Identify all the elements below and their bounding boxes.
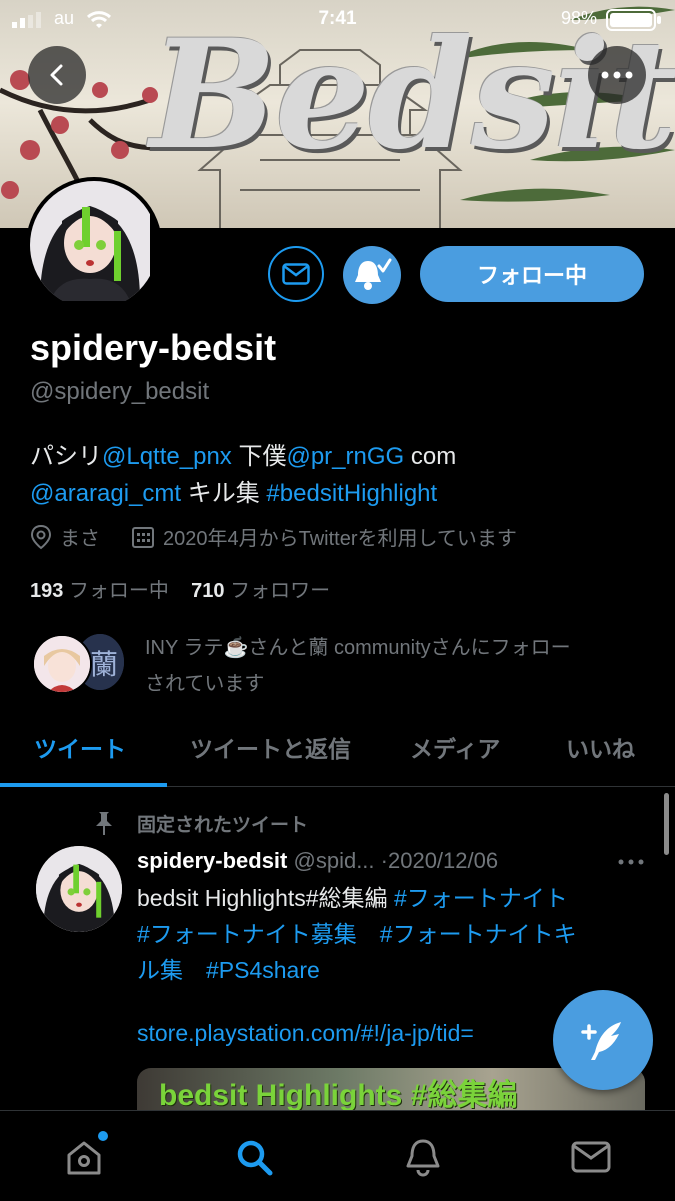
tab-tweets-and-replies[interactable]: ツイートと返信 (190, 730, 351, 764)
bio-text: パシリ (30, 443, 102, 470)
follower-avatar (32, 634, 92, 694)
scrollbar[interactable] (664, 793, 669, 855)
svg-text:蘭: 蘭 (90, 648, 118, 681)
tab-tweets[interactable]: ツイート (34, 730, 126, 764)
bio-mention-link[interactable]: @pr_rnGG (286, 443, 404, 470)
profile-joined-date: 2020年4月からTwitterを利用しています (131, 522, 517, 551)
message-button[interactable] (268, 246, 324, 302)
calendar-icon (132, 526, 154, 548)
avatar-image (36, 846, 122, 932)
search-icon (237, 1140, 273, 1176)
location-text: まさ (60, 528, 100, 550)
home-icon (67, 1141, 101, 1175)
joined-text: 2020年4月からTwitterを利用しています (163, 528, 517, 550)
nav-notifications[interactable] (401, 1135, 445, 1179)
chevron-left-icon (50, 64, 63, 86)
bio-mention-link[interactable]: @Lqtte_pnx (102, 443, 232, 470)
following-button[interactable]: フォロー中 (420, 246, 644, 302)
bottom-nav (0, 1110, 675, 1201)
nav-search[interactable] (232, 1135, 276, 1179)
profile-display-name: spidery-bedsit (30, 327, 277, 368)
profile-avatar[interactable] (26, 177, 162, 313)
following-count: 193 (30, 580, 64, 602)
pin-icon (96, 812, 112, 835)
followed-by-text[interactable]: INY ラテ☕️さんと蘭 communityさんにフォロー されています (145, 630, 645, 702)
tweet-author-name[interactable]: spidery-bedsit (137, 848, 287, 873)
followers-label: フォロワー (230, 580, 331, 602)
feather-plus-icon (581, 1022, 621, 1060)
following-link[interactable]: 193 フォロー中 (30, 580, 169, 602)
battery-percentage: 98% (560, 8, 597, 28)
followed-by-line: INY ラテ☕️さんと蘭 communityさんにフォロー (145, 637, 571, 659)
tweet-url-link[interactable]: store.playstation.com/#!/ja-jp/tid= (137, 1020, 474, 1047)
pinned-tweet-label: 固定されたツイート (137, 815, 309, 836)
compose-tweet-button[interactable] (553, 990, 653, 1090)
tweet-hashtag-link[interactable]: #フォートナイト (388, 885, 568, 911)
tweet-hashtag-link[interactable]: ル集 #PS4share (137, 957, 320, 983)
nav-messages[interactable] (569, 1135, 613, 1179)
location-pin-icon (30, 524, 52, 549)
tweet-date: ·2020/12/06 (380, 848, 499, 873)
status-bar: au 7:41 98% (0, 0, 675, 38)
nav-home[interactable] (62, 1131, 108, 1179)
tweet-author-handle: @spid... (293, 848, 375, 873)
tweet-hashtag-link[interactable]: #フォートナイト募集 #フォートナイトキ (137, 921, 577, 947)
battery-icon (606, 9, 661, 31)
envelope-icon (571, 1141, 611, 1173)
profile-tabs: ツイート ツイートと返信 メディア いいね (0, 722, 675, 787)
bell-icon (406, 1139, 440, 1177)
profile-bio: パシリ@Lqtte_pnx 下僕@pr_rnGG com @araragi_cm… (30, 438, 650, 512)
tweet-body: bedsit Highlights#総集編 (137, 885, 388, 911)
following-label: フォロー中 (68, 580, 169, 602)
profile-location: まさ (30, 522, 100, 551)
bio-text: 下僕 (231, 443, 287, 470)
followed-by-avatars[interactable]: 蘭 (32, 634, 124, 694)
avatar-image (30, 181, 150, 301)
media-overlay-text: bedsit Highlights #総集編 (159, 1079, 518, 1112)
notifications-toggle-button[interactable] (343, 246, 401, 304)
tweet-more-icon[interactable] (618, 858, 644, 866)
back-button[interactable] (28, 46, 86, 104)
bio-text: com (404, 443, 457, 470)
tweet-header: spidery-bedsit @spid... ·2020/12/06 (137, 848, 498, 874)
tab-media[interactable]: メディア (410, 730, 500, 764)
more-options-button[interactable] (588, 46, 646, 104)
tab-likes[interactable]: いいね (566, 730, 635, 764)
tweet-text: bedsit Highlights#総集編 #フォートナイト #フォートナイト募… (137, 880, 652, 988)
new-content-dot (98, 1131, 108, 1141)
bio-mention-link[interactable]: @araragi_cmt (30, 480, 181, 507)
active-tab-indicator (0, 783, 167, 787)
followers-count: 710 (191, 580, 225, 602)
envelope-icon (282, 263, 310, 285)
followed-by-line: されています (145, 673, 265, 695)
profile-handle: @spidery_bedsit (30, 378, 210, 405)
tweet-author-avatar[interactable] (36, 846, 122, 932)
follow-counts: 193 フォロー中 710 フォロワー (30, 574, 330, 603)
bell-check-icon (355, 258, 392, 290)
bio-text: キル集 (181, 480, 267, 507)
bio-hashtag-link[interactable]: #bedsitHighlight (266, 480, 437, 507)
followers-link[interactable]: 710 フォロワー (191, 580, 330, 602)
more-dots-icon (601, 71, 633, 79)
